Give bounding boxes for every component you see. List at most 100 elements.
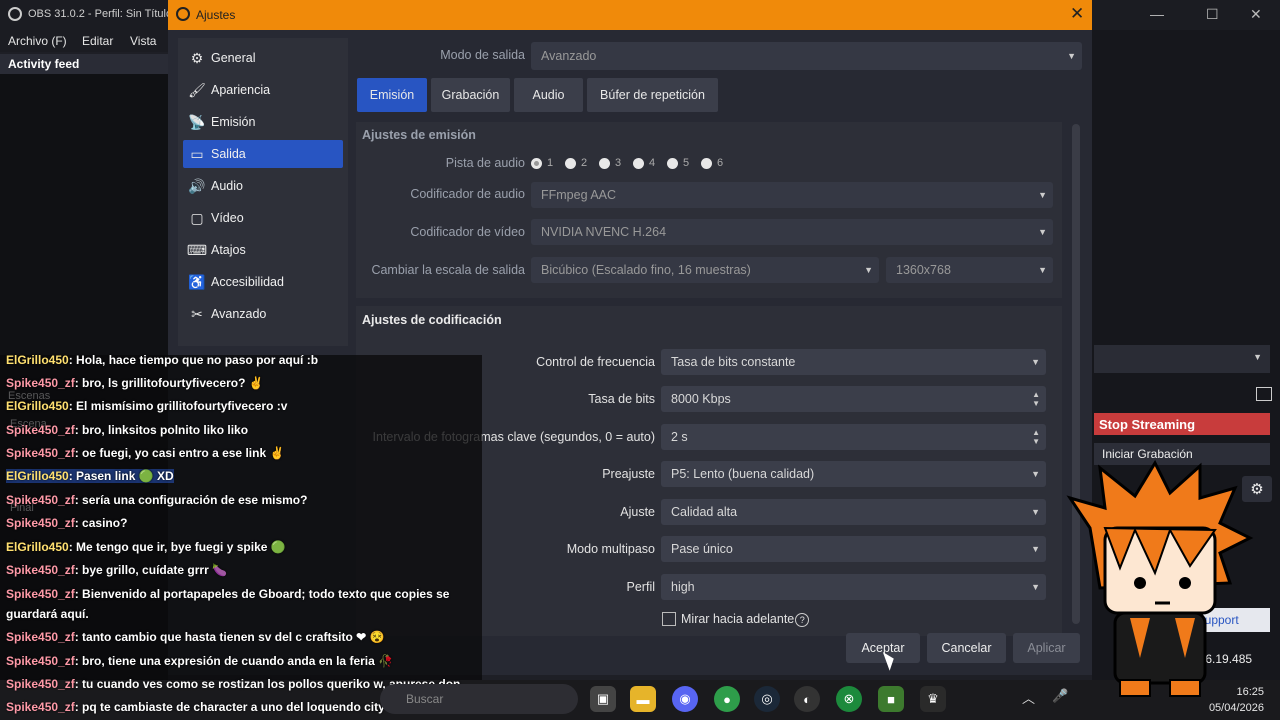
obs-logo-icon bbox=[8, 7, 22, 21]
chat-user: Spike450_zf bbox=[6, 587, 75, 601]
tray-chevron-up-icon[interactable]: ︿ bbox=[1022, 688, 1035, 707]
chevron-down-icon: ▼ bbox=[1031, 544, 1040, 554]
chevron-down-icon: ▼ bbox=[1038, 190, 1047, 200]
sidebar-item-emision[interactable]: 📡 Emisión bbox=[183, 108, 343, 136]
video-encoder-dropdown[interactable]: NVIDIA NVENC H.264 ▼ bbox=[531, 219, 1053, 245]
chat-message: ElGrillo450: Me tengo que ir, bye fuegi … bbox=[6, 540, 286, 554]
profile-dropdown[interactable]: high ▼ bbox=[661, 574, 1046, 600]
sidebar-item-label: Accesibilidad bbox=[211, 275, 284, 289]
sidebar-item-label: Atajos bbox=[211, 243, 246, 257]
lookahead-text: Mirar hacia adelante bbox=[681, 612, 795, 626]
audio-track-radio-1[interactable]: 1 bbox=[531, 156, 553, 170]
menu-archivo[interactable]: Archivo (F) bbox=[8, 34, 67, 48]
chat-user: ElGrillo450 bbox=[6, 540, 69, 554]
sidebar-item-label: Avanzado bbox=[211, 307, 267, 321]
profile-value: high bbox=[671, 580, 695, 594]
spin-arrows-icon[interactable]: ▲ ▼ bbox=[1032, 428, 1040, 446]
cartoon-character-overlay bbox=[1066, 459, 1254, 697]
help-icon[interactable]: ? bbox=[795, 613, 810, 627]
rate-control-dropdown[interactable]: Tasa de bits constante ▼ bbox=[661, 349, 1046, 375]
bitrate-spinbox[interactable]: 8000 Kbps ▲ ▼ bbox=[661, 386, 1046, 412]
chat-user: Spike450_zf bbox=[6, 630, 75, 644]
multipass-dropdown[interactable]: Pase único ▼ bbox=[661, 536, 1046, 562]
scene-collection-dropdown[interactable]: ▼ bbox=[1094, 345, 1270, 373]
sidebar-item-apariencia[interactable]: 🖌 Apariencia bbox=[183, 76, 343, 104]
chat-user: Spike450_zf bbox=[6, 677, 75, 691]
maximize-icon[interactable]: ☐ bbox=[1206, 6, 1219, 23]
output-mode-value: Avanzado bbox=[541, 49, 597, 63]
dialog-titlebar bbox=[168, 0, 1092, 30]
chevron-down-icon: ▼ bbox=[1031, 357, 1040, 367]
chat-user: Spike450_zf bbox=[6, 446, 75, 460]
sidebar-item-video[interactable]: ▢ Vídeo bbox=[183, 204, 343, 232]
sidebar-item-atajos[interactable]: ⌨ Atajos bbox=[183, 236, 343, 264]
cancel-button[interactable]: Cancelar bbox=[927, 633, 1006, 663]
sidebar-item-salida[interactable]: ▭ Salida bbox=[183, 140, 343, 168]
tab-emision[interactable]: Emisión bbox=[357, 78, 427, 112]
minimize-icon[interactable]: — bbox=[1150, 6, 1164, 22]
tune-value: Calidad alta bbox=[671, 505, 738, 519]
chat-user: ElGrillo450 bbox=[6, 469, 69, 483]
dialog-close-icon[interactable]: ✕ bbox=[1070, 4, 1084, 24]
keyframe-interval-value: 2 s bbox=[671, 430, 688, 444]
chat-user: ElGrillo450 bbox=[6, 399, 69, 413]
file-explorer-icon[interactable]: ▬ bbox=[630, 686, 656, 712]
xbox-icon[interactable]: ⊗ bbox=[836, 686, 862, 712]
chat-message: Spike450_zf: bye grillo, cuídate grrr 🍆 bbox=[6, 563, 227, 577]
audio-track-radio-4[interactable]: 4 bbox=[633, 156, 655, 170]
radio-label: 5 bbox=[683, 157, 690, 169]
audio-track-radio-3[interactable]: 3 bbox=[599, 156, 621, 170]
obs-taskbar-icon[interactable]: ◐ bbox=[794, 686, 820, 712]
chrome-icon[interactable]: ● bbox=[714, 686, 740, 712]
chat-message: Spike450_zf: bro, linksitos polnito liko… bbox=[6, 423, 248, 437]
chat-user: Spike450_zf bbox=[6, 493, 75, 507]
spin-arrows-icon[interactable]: ▲ ▼ bbox=[1032, 390, 1040, 408]
sidebar-item-audio[interactable]: 🔊 Audio bbox=[183, 172, 343, 200]
sidebar-item-label: General bbox=[211, 51, 256, 65]
radio-icon bbox=[633, 157, 644, 169]
chat-user: Spike450_zf bbox=[6, 654, 75, 668]
audio-track-radio-6[interactable]: 6 bbox=[701, 156, 723, 170]
audio-track-radio-2[interactable]: 2 bbox=[565, 156, 587, 170]
audio-encoder-dropdown[interactable]: FFmpeg AAC ▼ bbox=[531, 182, 1053, 208]
sidebar-item-avanzado[interactable]: ✂ Avanzado bbox=[183, 300, 343, 328]
chevron-down-icon: ▼ bbox=[1031, 469, 1040, 479]
encoding-settings-title: Ajustes de codificación bbox=[362, 313, 502, 327]
rescale-resolution-dropdown[interactable]: 1360x768 ▼ bbox=[886, 257, 1053, 283]
preset-dropdown[interactable]: P5: Lento (buena calidad) ▼ bbox=[661, 461, 1046, 487]
output-mode-dropdown[interactable]: Avanzado ▼ bbox=[531, 42, 1082, 70]
chat-text: : bro, ls grillitofourtyfivecero? ✌ bbox=[74, 376, 264, 390]
rescale-resolution-value: 1360x768 bbox=[896, 263, 951, 277]
accessibility-icon: ♿ bbox=[188, 273, 206, 290]
speaker-icon: 🔊 bbox=[188, 177, 206, 194]
taskbar-search[interactable]: Buscar bbox=[380, 684, 578, 714]
popout-icon[interactable] bbox=[1256, 387, 1272, 401]
steam-icon[interactable]: ◎ bbox=[754, 686, 780, 712]
discord-icon[interactable]: ◉ bbox=[672, 686, 698, 712]
keyframe-interval-spinbox[interactable]: 2 s ▲ ▼ bbox=[661, 424, 1046, 450]
sidebar-item-label: Audio bbox=[211, 179, 243, 193]
app-icon[interactable]: ♛ bbox=[920, 686, 946, 712]
tab-audio[interactable]: Audio bbox=[514, 78, 583, 112]
accept-button[interactable]: Aceptar bbox=[846, 633, 920, 663]
audio-encoder-label: Codificador de audio bbox=[410, 187, 525, 201]
menu-editar[interactable]: Editar bbox=[82, 34, 113, 48]
lookahead-checkbox[interactable] bbox=[662, 612, 676, 626]
tab-grabacion[interactable]: Grabación bbox=[431, 78, 510, 112]
close-icon[interactable]: ✕ bbox=[1250, 6, 1262, 23]
menu-vista[interactable]: Vista bbox=[130, 34, 156, 48]
sidebar-item-accesibilidad[interactable]: ♿ Accesibilidad bbox=[183, 268, 343, 296]
chat-user: Spike450_zf bbox=[6, 516, 75, 530]
rescale-filter-dropdown[interactable]: Bicúbico (Escalado fino, 16 muestras) ▼ bbox=[531, 257, 879, 283]
tune-dropdown[interactable]: Calidad alta ▼ bbox=[661, 499, 1046, 525]
screen-icon: ▢ bbox=[190, 209, 204, 226]
radio-label: 1 bbox=[547, 157, 554, 169]
tab-bufer-repeticion[interactable]: Búfer de repetición bbox=[587, 78, 718, 112]
task-view-icon[interactable]: ▣ bbox=[590, 686, 616, 712]
chat-message: Spike450_zf: pq te cambiaste de characte… bbox=[6, 700, 422, 714]
audio-track-radio-5[interactable]: 5 bbox=[667, 156, 689, 170]
minecraft-icon[interactable]: ■ bbox=[878, 686, 904, 712]
stop-streaming-button[interactable]: Stop Streaming bbox=[1094, 413, 1270, 435]
sidebar-item-general[interactable]: ⚙ General bbox=[183, 44, 343, 72]
chat-text: : Me tengo que ir, bye fuegi y spike 🟢 bbox=[68, 540, 286, 554]
